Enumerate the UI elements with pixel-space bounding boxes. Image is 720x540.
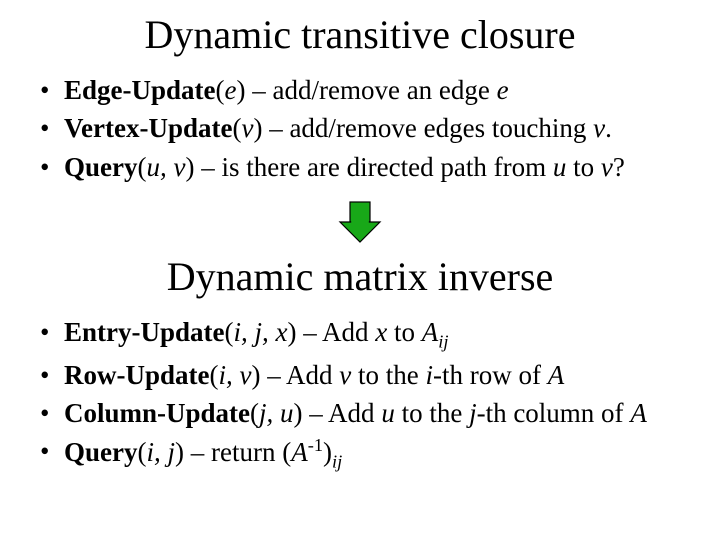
op-name: Vertex-Update xyxy=(64,113,232,143)
list-item: Row-Update(i, v) – Add v to the i-th row… xyxy=(38,357,690,393)
op-name: Column-Update xyxy=(64,398,250,428)
op-args: v xyxy=(241,113,253,143)
section2-list: Entry-Update(i, j, x) – Add x to Aij Row… xyxy=(30,314,690,474)
list-item: Entry-Update(i, j, x) – Add x to Aij xyxy=(38,314,690,354)
op-args: i, j xyxy=(147,437,176,467)
desc-text: – add/remove an edge xyxy=(246,75,497,105)
slide: Dynamic transitive closure Edge-Update(e… xyxy=(0,0,720,540)
desc-var: u xyxy=(553,152,567,182)
list-item: Edge-Update(e) – add/remove an edge e xyxy=(38,72,690,108)
section1-title: Dynamic transitive closure xyxy=(30,12,690,58)
list-item: Vertex-Update(v) – add/remove edges touc… xyxy=(38,110,690,146)
op-name: Query xyxy=(64,152,138,182)
desc-var: v xyxy=(593,113,605,143)
desc-text: – add/remove edges touching xyxy=(262,113,593,143)
op-args: e xyxy=(225,75,237,105)
section1-list: Edge-Update(e) – add/remove an edge e Ve… xyxy=(30,72,690,185)
desc-var: e xyxy=(497,75,509,105)
op-args: i, v xyxy=(219,360,252,390)
list-item: Column-Update(j, u) – Add u to the j-th … xyxy=(38,395,690,431)
list-item: Query(u, v) – is there are directed path… xyxy=(38,149,690,185)
op-args: j, u xyxy=(259,398,294,428)
op-name: Entry-Update xyxy=(64,317,225,347)
section2-title: Dynamic matrix inverse xyxy=(30,254,690,300)
desc-text: – is there are directed path from xyxy=(194,152,552,182)
op-name: Edge-Update xyxy=(64,75,216,105)
op-name: Query xyxy=(64,437,138,467)
list-item: Query(i, j) – return (A-1)ij xyxy=(38,433,690,474)
op-name: Row-Update xyxy=(64,360,210,390)
desc-var: v xyxy=(601,152,613,182)
op-args: i, j, x xyxy=(234,317,288,347)
op-args: u, v xyxy=(147,152,186,182)
down-arrow-icon xyxy=(30,199,690,250)
